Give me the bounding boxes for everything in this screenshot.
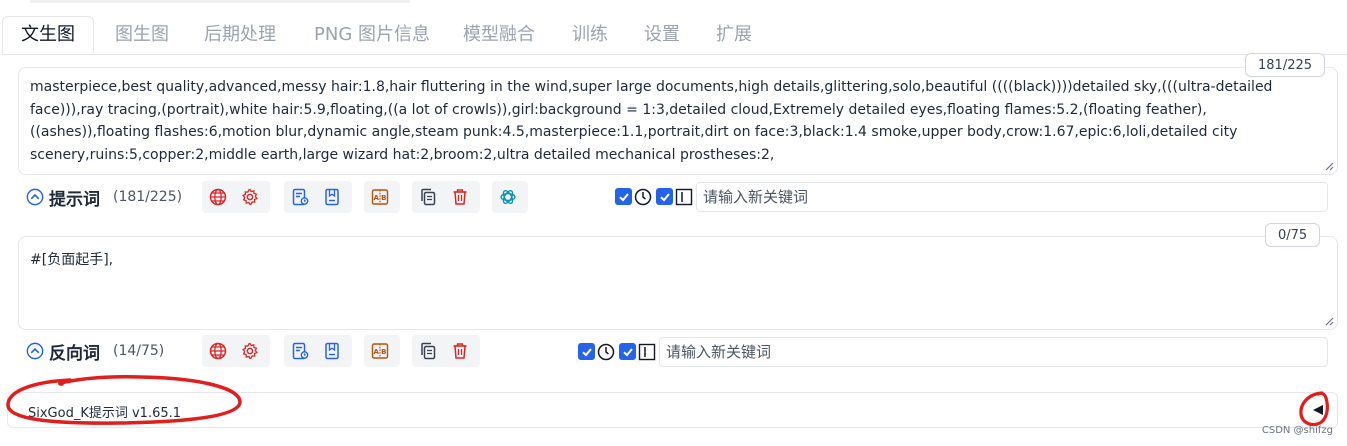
openai-icon [500,190,516,204]
negative-group-ab: A B [364,335,400,367]
negative-count: (14/75) [113,343,165,359]
checkmark-icon [622,347,633,356]
negative-option-checkbox-2[interactable] [619,343,636,360]
copy-icon [421,342,436,360]
resize-grip-icon[interactable] [1325,317,1334,326]
svg-text:B: B [381,348,386,356]
favorites-button[interactable] [316,181,348,213]
history-list-icon [292,188,309,206]
negative-toolbar: 反向词 (14/75) A B 请输入新关键词 [18,333,1338,369]
collapse-triangle-icon[interactable] [1311,403,1325,417]
ab-swap-button[interactable]: A B [364,335,396,367]
prompt-toolbar-title[interactable]: 提示词 (181/225) [26,183,182,211]
ab-swap-icon: A B [371,343,389,359]
translate-button[interactable] [202,335,234,367]
tab-settings[interactable]: 设置 [634,16,690,54]
ab-swap-button[interactable]: A B [364,181,396,213]
ai-button[interactable] [492,181,524,213]
history-list-icon [292,342,309,360]
tab-img2img[interactable]: 图生图 [98,16,186,54]
negative-settings-button[interactable] [234,335,266,367]
prompt-option-checkbox-2[interactable] [656,188,673,205]
copy-icon [421,188,436,206]
ab-swap-icon: A B [371,189,389,205]
tab-extensions[interactable]: 扩展 [706,16,762,54]
clear-button[interactable] [444,335,476,367]
svg-text:A: A [373,348,379,356]
tab-png-info[interactable]: PNG 图片信息 [304,16,440,54]
tab-postprocess[interactable]: 后期处理 [192,16,288,54]
trash-icon [453,189,467,205]
prompt-count: (181/225) [113,189,183,205]
tab-model-merge[interactable]: 模型融合 [452,16,546,54]
negative-keyword-input[interactable] [659,337,1328,367]
prompt-label: 提示词 [49,189,100,210]
watermark: CSDN @shifzg [1261,425,1333,436]
negative-option-checkbox-1[interactable] [578,343,595,360]
globe-icon [209,342,227,360]
prompt-group-edit [412,181,480,213]
prompt-token-counter: 181/225 [1245,53,1326,77]
timer-icon [597,343,615,361]
gear-icon [242,188,258,206]
favorites-button[interactable] [316,335,348,367]
trash-icon [453,343,467,359]
prompt-option-checkbox-1[interactable] [615,188,632,205]
bookmark-icon [325,342,339,360]
negative-token-counter: 0/75 [1265,223,1321,247]
history-button[interactable] [284,335,316,367]
globe-icon [209,188,227,206]
gear-icon [242,342,258,360]
prompt-group-history [284,181,352,213]
copy-button[interactable] [412,181,444,213]
negative-group-translate [202,335,270,367]
prompt-text[interactable]: masterpiece,best quality,advanced,messy … [30,76,1311,166]
tab-txt2img[interactable]: 文生图 [2,16,94,54]
extension-label: SixGod_K提示词 v1.65.1 [28,406,182,421]
chevron-up-icon[interactable] [26,188,44,206]
negative-group-history [284,335,352,367]
timer-icon [634,188,652,206]
top-edge [30,0,410,3]
copy-button[interactable] [412,335,444,367]
clear-button[interactable] [444,181,476,213]
checkmark-icon [618,192,629,201]
extension-accordion[interactable]: SixGod_K提示词 v1.65.1 [7,392,1338,428]
prompt-textarea[interactable]: masterpiece,best quality,advanced,messy … [18,67,1338,175]
text-cursor-icon [675,188,693,206]
svg-text:B: B [381,194,386,202]
resize-grip-icon[interactable] [1325,162,1334,171]
tab-train[interactable]: 训练 [562,16,618,54]
negative-group-edit [412,335,480,367]
negative-text[interactable]: #[负面起手], [30,249,1311,272]
text-cursor-icon [638,343,656,361]
prompt-group-translate [202,181,270,213]
checkmark-icon [581,347,592,356]
checkmark-icon [659,192,670,201]
main-tabs: 文生图 图生图 后期处理 PNG 图片信息 模型融合 训练 设置 扩展 [2,16,1347,55]
prompt-toolbar: 提示词 (181/225) A B 请输入新关键词 [18,179,1338,215]
chevron-up-icon[interactable] [26,342,44,360]
negative-label: 反向词 [49,343,100,364]
translate-button[interactable] [202,181,234,213]
negative-textarea[interactable]: #[负面起手], [18,236,1338,330]
svg-text:A: A [373,194,379,202]
bookmark-icon [325,188,339,206]
prompt-keyword-input[interactable] [696,182,1328,212]
prompt-group-ab: A B [364,181,400,213]
prompt-settings-button[interactable] [234,181,266,213]
history-button[interactable] [284,181,316,213]
negative-toolbar-title[interactable]: 反向词 (14/75) [26,337,164,365]
prompt-group-ai [492,181,528,213]
